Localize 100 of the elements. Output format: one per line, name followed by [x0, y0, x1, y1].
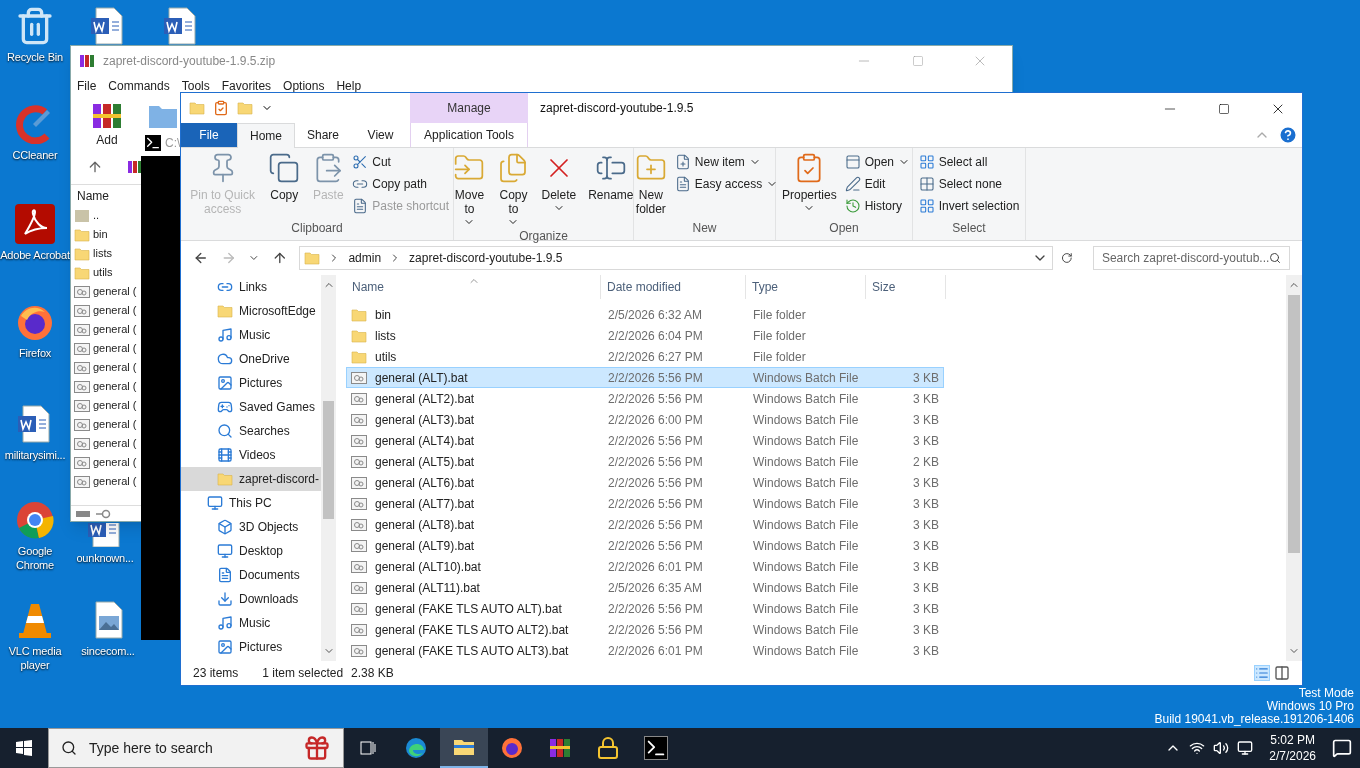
archive-entry[interactable]: general ( [93, 359, 137, 376]
archive-entry[interactable]: utils [93, 264, 113, 281]
desktop-icon-label[interactable]: sincecom... [81, 644, 135, 658]
column-header[interactable]: Name [77, 187, 109, 204]
scrollbar[interactable] [1286, 275, 1302, 661]
nav-item[interactable]: 3D Objects [181, 515, 321, 539]
archive-entry[interactable]: general ( [93, 302, 137, 319]
archive-entry[interactable]: general ( [93, 416, 137, 433]
search-input[interactable]: Type here to search [89, 738, 239, 758]
nav-item[interactable]: OneDrive [181, 347, 321, 371]
desktop-icon-label[interactable]: Google Chrome [0, 544, 70, 572]
archive-entry[interactable]: general ( [93, 283, 137, 300]
archive-entry[interactable]: general ( [93, 340, 137, 357]
refresh-icon[interactable] [1061, 252, 1073, 264]
archive-entry[interactable]: general ( [93, 435, 137, 452]
file-row[interactable]: general (ALT5).bat 2/2/2026 5:56 PM Windows Batch File 2 KB [346, 451, 944, 472]
menu-item[interactable]: File [77, 78, 97, 94]
taskbar-search-bar[interactable]: Type here to search [48, 728, 344, 768]
file-row[interactable]: general (ALT7).bat 2/2/2026 5:56 PM Windows Batch File 3 KB [346, 493, 944, 514]
file-row[interactable]: general (ALT).bat 2/2/2026 5:56 PM Windows Batch File 3 KB [346, 367, 944, 388]
nav-item[interactable]: Saved Games [181, 395, 321, 419]
ribbon-button[interactable]: Select all [918, 152, 1020, 171]
ribbon-button[interactable]: Select none [918, 174, 1020, 193]
add-button[interactable]: Add [91, 100, 123, 154]
scroll-thumb[interactable] [323, 401, 334, 519]
ribbon-tab[interactable]: View [351, 123, 410, 147]
menu-item[interactable]: Commands [108, 78, 170, 94]
clock-date[interactable]: 2/7/2026 [1269, 748, 1316, 764]
file-row[interactable]: general (FAKE TLS AUTO ALT2).bat 2/2/2026 5:56 PM Windows Batch File 3 KB [346, 619, 944, 640]
address-bar[interactable]: admin zapret-discord-youtube-1.9.5 [299, 246, 1054, 270]
nav-item[interactable]: Desktop [181, 539, 321, 563]
desktop-icon-label[interactable]: CCleaner [12, 148, 58, 162]
nav-item[interactable]: Pictures [181, 371, 321, 395]
nav-item[interactable]: Documents [181, 563, 321, 587]
ribbon-button[interactable]: New item [674, 152, 779, 171]
archive-entry[interactable]: general ( [93, 397, 137, 414]
search-field[interactable]: Search zapret-discord-youtub... [1092, 246, 1290, 270]
desktop-icon-label[interactable]: militarysimi... [4, 448, 66, 462]
file-row[interactable]: general (ALT4).bat 2/2/2026 5:56 PM Windows Batch File 3 KB [346, 430, 944, 451]
desktop-icon-label[interactable]: Firefox [18, 346, 52, 360]
file-row[interactable]: general (ALT6).bat 2/2/2026 5:56 PM Windows Batch File 3 KB [346, 472, 944, 493]
menu-item[interactable]: Tools [181, 78, 210, 94]
file-row[interactable]: general (FAKE TLS AUTO ALT).bat 2/2/2026 5:56 PM Windows Batch File 3 KB [346, 598, 944, 619]
ribbon-button[interactable]: Open [844, 152, 911, 171]
column-header[interactable]: Date modified [601, 275, 746, 299]
archive-entry[interactable]: general ( [93, 321, 137, 338]
ribbon-button[interactable]: Move to [449, 148, 490, 228]
ribbon-button[interactable]: Edit [844, 174, 911, 193]
scrollbar[interactable] [321, 275, 336, 661]
nav-item[interactable]: Music [181, 323, 321, 347]
column-header[interactable]: Name [346, 275, 601, 299]
file-row[interactable]: general (ALT3).bat 2/2/2026 6:00 PM Windows Batch File 3 KB [346, 409, 944, 430]
ribbon-button[interactable]: Copy to [493, 148, 534, 228]
desktop-icon-label[interactable]: ounknown... [76, 551, 134, 565]
nav-item[interactable]: Downloads [181, 587, 321, 611]
tiles-view-icon[interactable] [1274, 665, 1290, 681]
taskbar-app-button[interactable] [440, 728, 488, 768]
file-row[interactable]: general (ALT2).bat 2/2/2026 5:56 PM Windows Batch File 3 KB [346, 388, 944, 409]
file-row[interactable]: general (ALT9).bat 2/2/2026 5:56 PM Windows Batch File 3 KB [346, 535, 944, 556]
nav-item[interactable]: zapret-discord- [181, 467, 321, 491]
help-icon[interactable] [1278, 125, 1298, 145]
archive-entry[interactable]: general ( [93, 378, 137, 395]
column-header[interactable]: Type [746, 275, 866, 299]
nav-item[interactable]: MicrosoftEdge [181, 299, 321, 323]
volume-icon[interactable] [1213, 740, 1230, 756]
nav-item[interactable]: This PC [181, 491, 321, 515]
clipboard-check-icon[interactable] [213, 100, 229, 116]
ribbon-button[interactable]: Invert selection [918, 196, 1020, 215]
file-row[interactable]: general (ALT10).bat 2/2/2026 6:01 PM Windows Batch File 3 KB [346, 556, 944, 577]
display-icon[interactable] [1237, 740, 1254, 756]
ribbon-button[interactable]: Properties [777, 148, 841, 220]
file-row[interactable]: bin 2/5/2026 6:32 AM File folder [346, 304, 944, 325]
menu-item[interactable]: Options [283, 78, 325, 94]
nav-item[interactable]: Links [181, 275, 321, 299]
ribbon-button[interactable]: Copy [264, 148, 305, 220]
nav-item[interactable]: Pictures [181, 635, 321, 659]
ribbon-tab[interactable]: File [181, 123, 237, 147]
ribbon-button[interactable]: Copy path [352, 174, 449, 193]
column-header[interactable]: Size [866, 275, 946, 299]
ribbon-button[interactable]: Delete [537, 148, 581, 228]
clock-time[interactable]: 5:02 PM [1270, 732, 1315, 748]
breadcrumb-item[interactable]: admin [348, 250, 382, 266]
desktop-icon-label[interactable]: Adobe Acrobat [0, 248, 70, 262]
nav-item[interactable]: Videos [181, 443, 321, 467]
archive-entry[interactable]: bin [93, 226, 108, 243]
file-row[interactable]: general (ALT11).bat 2/5/2026 6:35 AM Windows Batch File 3 KB [346, 577, 944, 598]
archive-entry[interactable]: lists [93, 245, 112, 262]
file-row[interactable]: utils 2/2/2026 6:27 PM File folder [346, 346, 944, 367]
search-input[interactable]: Search zapret-discord-youtub... [1101, 250, 1269, 266]
file-row[interactable]: lists 2/2/2026 6:04 PM File folder [346, 325, 944, 346]
menu-item[interactable]: Favorites [221, 78, 272, 94]
nav-item[interactable]: Searches [181, 419, 321, 443]
file-row[interactable]: general (ALT8).bat 2/2/2026 5:56 PM Windows Batch File 3 KB [346, 514, 944, 535]
archive-entry[interactable]: general ( [93, 454, 137, 471]
nav-item[interactable]: Music [181, 611, 321, 635]
scroll-thumb[interactable] [1288, 295, 1300, 553]
maximize-icon[interactable] [1218, 103, 1230, 115]
archive-entry[interactable]: .. [93, 207, 100, 224]
menu-item[interactable]: Help [336, 78, 362, 94]
desktop-icon-label[interactable]: Recycle Bin [7, 50, 63, 64]
